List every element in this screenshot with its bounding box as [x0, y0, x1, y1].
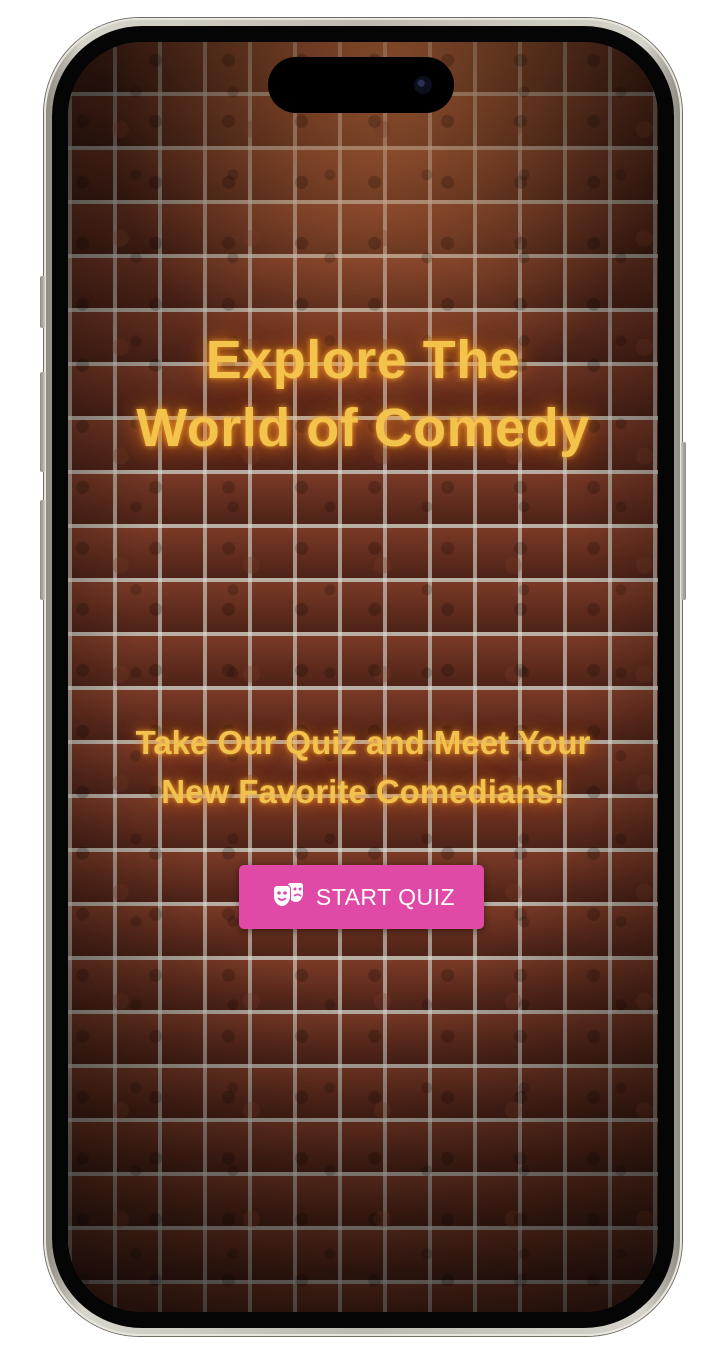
hero-subtitle-line2: New Favorite Comedians! — [161, 773, 565, 810]
power-button — [681, 442, 686, 600]
hero-title-line1: Explore The — [205, 330, 521, 390]
volume-down-button — [40, 500, 45, 600]
hero-title: Explore The World of Comedy — [98, 326, 628, 462]
hero-subtitle-line1: Take Our Quiz and Meet Your — [135, 724, 591, 761]
theater-masks-icon — [273, 883, 303, 906]
action-button — [40, 276, 45, 328]
start-quiz-label: START QUIZ — [315, 883, 456, 910]
app-screen: Explore The World of Comedy Take Our Qui… — [68, 42, 658, 1312]
hero-subtitle: Take Our Quiz and Meet Your New Favorite… — [88, 718, 638, 816]
background-vignette — [68, 42, 658, 1312]
dynamic-island — [268, 57, 454, 113]
hero-title-line2: World of Comedy — [136, 398, 590, 458]
start-quiz-button[interactable]: START QUIZ — [239, 865, 484, 929]
volume-up-button — [40, 372, 45, 472]
camera-icon — [414, 76, 432, 94]
